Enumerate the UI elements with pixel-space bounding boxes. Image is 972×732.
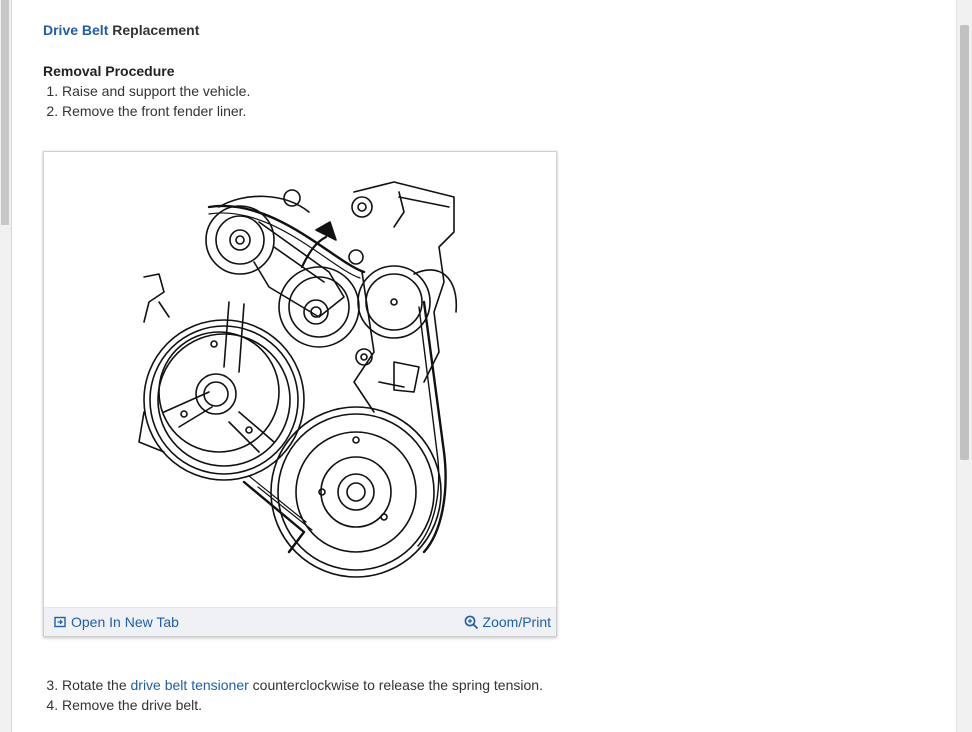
page-title: Drive Belt Replacement <box>43 20 923 40</box>
open-new-tab-button[interactable]: Open In New Tab <box>54 614 179 630</box>
figure-toolbar: Open In New Tab Zoom/Print <box>44 607 556 636</box>
illustration-figure: Open In New Tab Zoom/Print <box>43 151 557 637</box>
step-item: Remove the drive belt. <box>62 695 923 715</box>
scroll-thumb[interactable] <box>960 25 969 460</box>
step-item: Remove the front fender liner. <box>62 101 923 121</box>
page: Drive Belt Replacement Removal Procedure… <box>0 0 972 732</box>
zoom-in-icon <box>464 615 478 629</box>
left-frame-scrollbar[interactable] <box>0 0 12 732</box>
steps-list-continued: Rotate the drive belt tensioner counterc… <box>43 675 923 715</box>
left-scroll-thumb[interactable] <box>1 0 9 225</box>
open-new-tab-label: Open In New Tab <box>71 614 179 630</box>
step-item: Rotate the drive belt tensioner counterc… <box>62 675 923 695</box>
step3-prefix: Rotate the <box>62 677 131 693</box>
drive-belt-tensioner-link[interactable]: drive belt tensioner <box>131 677 249 693</box>
step3-suffix: counterclockwise to release the spring t… <box>248 677 543 693</box>
title-accent: Drive Belt <box>43 22 109 38</box>
title-rest: Replacement <box>108 22 200 38</box>
open-new-tab-icon <box>54 616 66 628</box>
zoom-print-button[interactable]: Zoom/Print <box>464 614 551 630</box>
document-content: Drive Belt Replacement Removal Procedure… <box>43 20 923 715</box>
zoom-print-label: Zoom/Print <box>482 614 551 630</box>
steps-list-removal: Raise and support the vehicle. Remove th… <box>43 81 923 121</box>
section-heading: Removal Procedure <box>43 63 175 79</box>
step-item: Raise and support the vehicle. <box>62 81 923 101</box>
drive-belt-illustration[interactable] <box>44 152 556 607</box>
vertical-scrollbar[interactable] <box>956 0 972 732</box>
